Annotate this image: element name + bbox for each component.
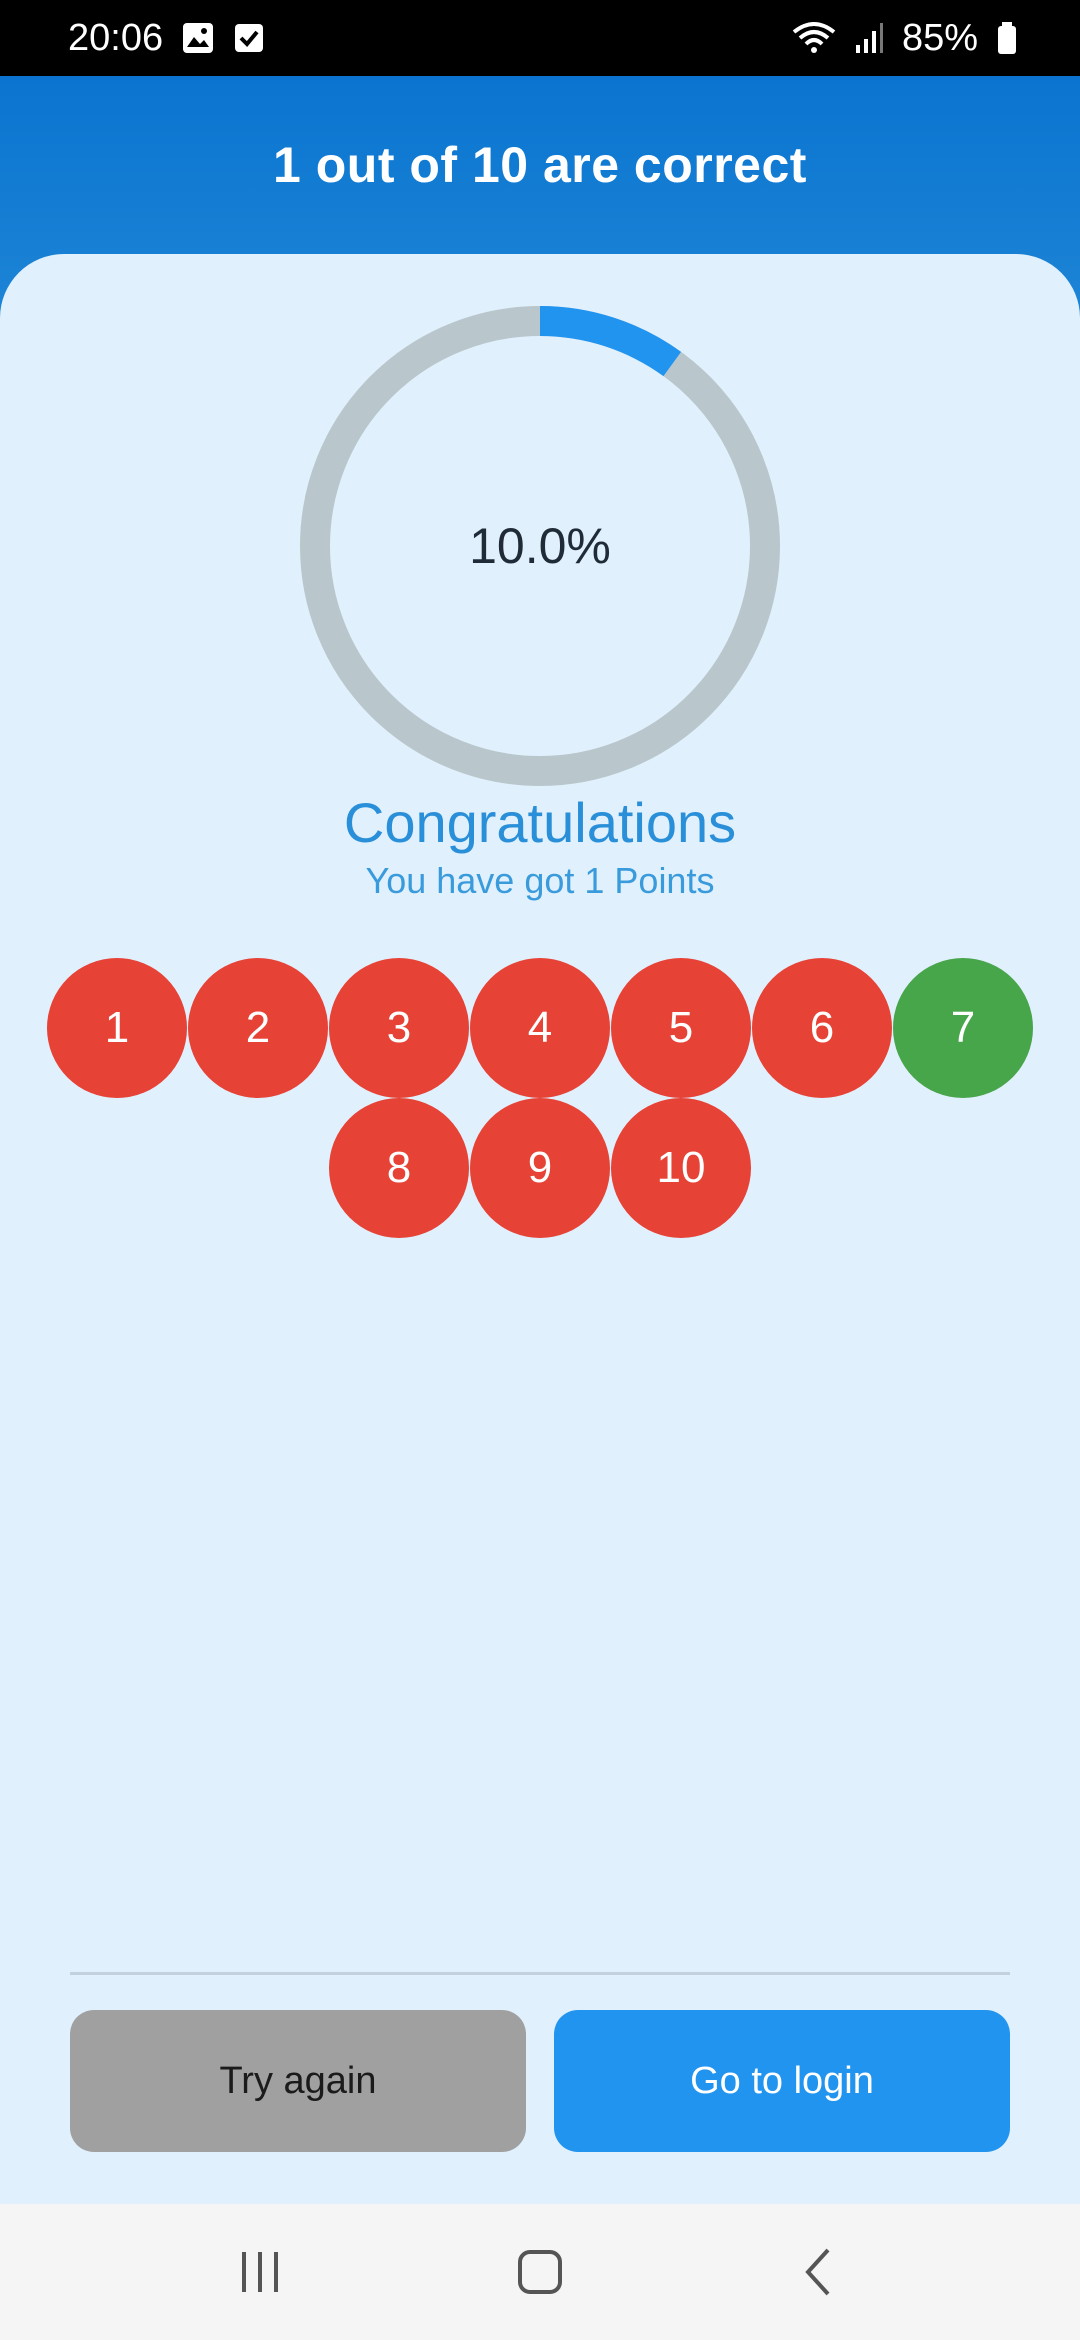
home-icon[interactable] <box>480 2222 600 2322</box>
answer-circle-6: 6 <box>752 958 892 1098</box>
answer-circle-3: 3 <box>329 958 469 1098</box>
divider <box>70 1972 1010 1975</box>
answer-circle-1: 1 <box>47 958 187 1098</box>
status-time: 20:06 <box>68 16 164 59</box>
answer-circle-8: 8 <box>329 1098 469 1238</box>
battery-icon <box>996 21 1018 55</box>
answer-circles: 1 2 3 4 5 6 7 8 9 10 <box>0 958 1080 1240</box>
answer-circle-5: 5 <box>611 958 751 1098</box>
points-text: You have got 1 Points <box>365 860 715 901</box>
battery-percent: 85% <box>901 16 978 59</box>
wifi-icon <box>792 20 836 56</box>
navigation-bar <box>0 2204 1080 2340</box>
go-to-login-button[interactable]: Go to login <box>554 2010 1010 2152</box>
result-title: 1 out of 10 are correct <box>273 137 807 193</box>
checkbox-notification-icon <box>233 22 265 54</box>
answer-circle-2: 2 <box>188 958 328 1098</box>
recent-apps-icon[interactable] <box>200 2222 320 2322</box>
signal-icon <box>854 21 884 55</box>
try-again-button[interactable]: Try again <box>70 2010 526 2152</box>
score-percent: 10.0% <box>469 518 611 574</box>
congrats-heading: Congratulations <box>343 791 737 854</box>
answer-circle-10: 10 <box>611 1098 751 1238</box>
answer-circle-9: 9 <box>470 1098 610 1238</box>
gallery-notification-icon <box>181 21 215 55</box>
status-right: 85% <box>792 17 1018 60</box>
status-left: 20:06 <box>68 17 265 60</box>
answer-circle-7: 7 <box>893 958 1033 1098</box>
status-bar: 20:06 85% <box>0 0 1080 76</box>
back-icon[interactable] <box>760 2222 880 2322</box>
answer-circle-4: 4 <box>470 958 610 1098</box>
